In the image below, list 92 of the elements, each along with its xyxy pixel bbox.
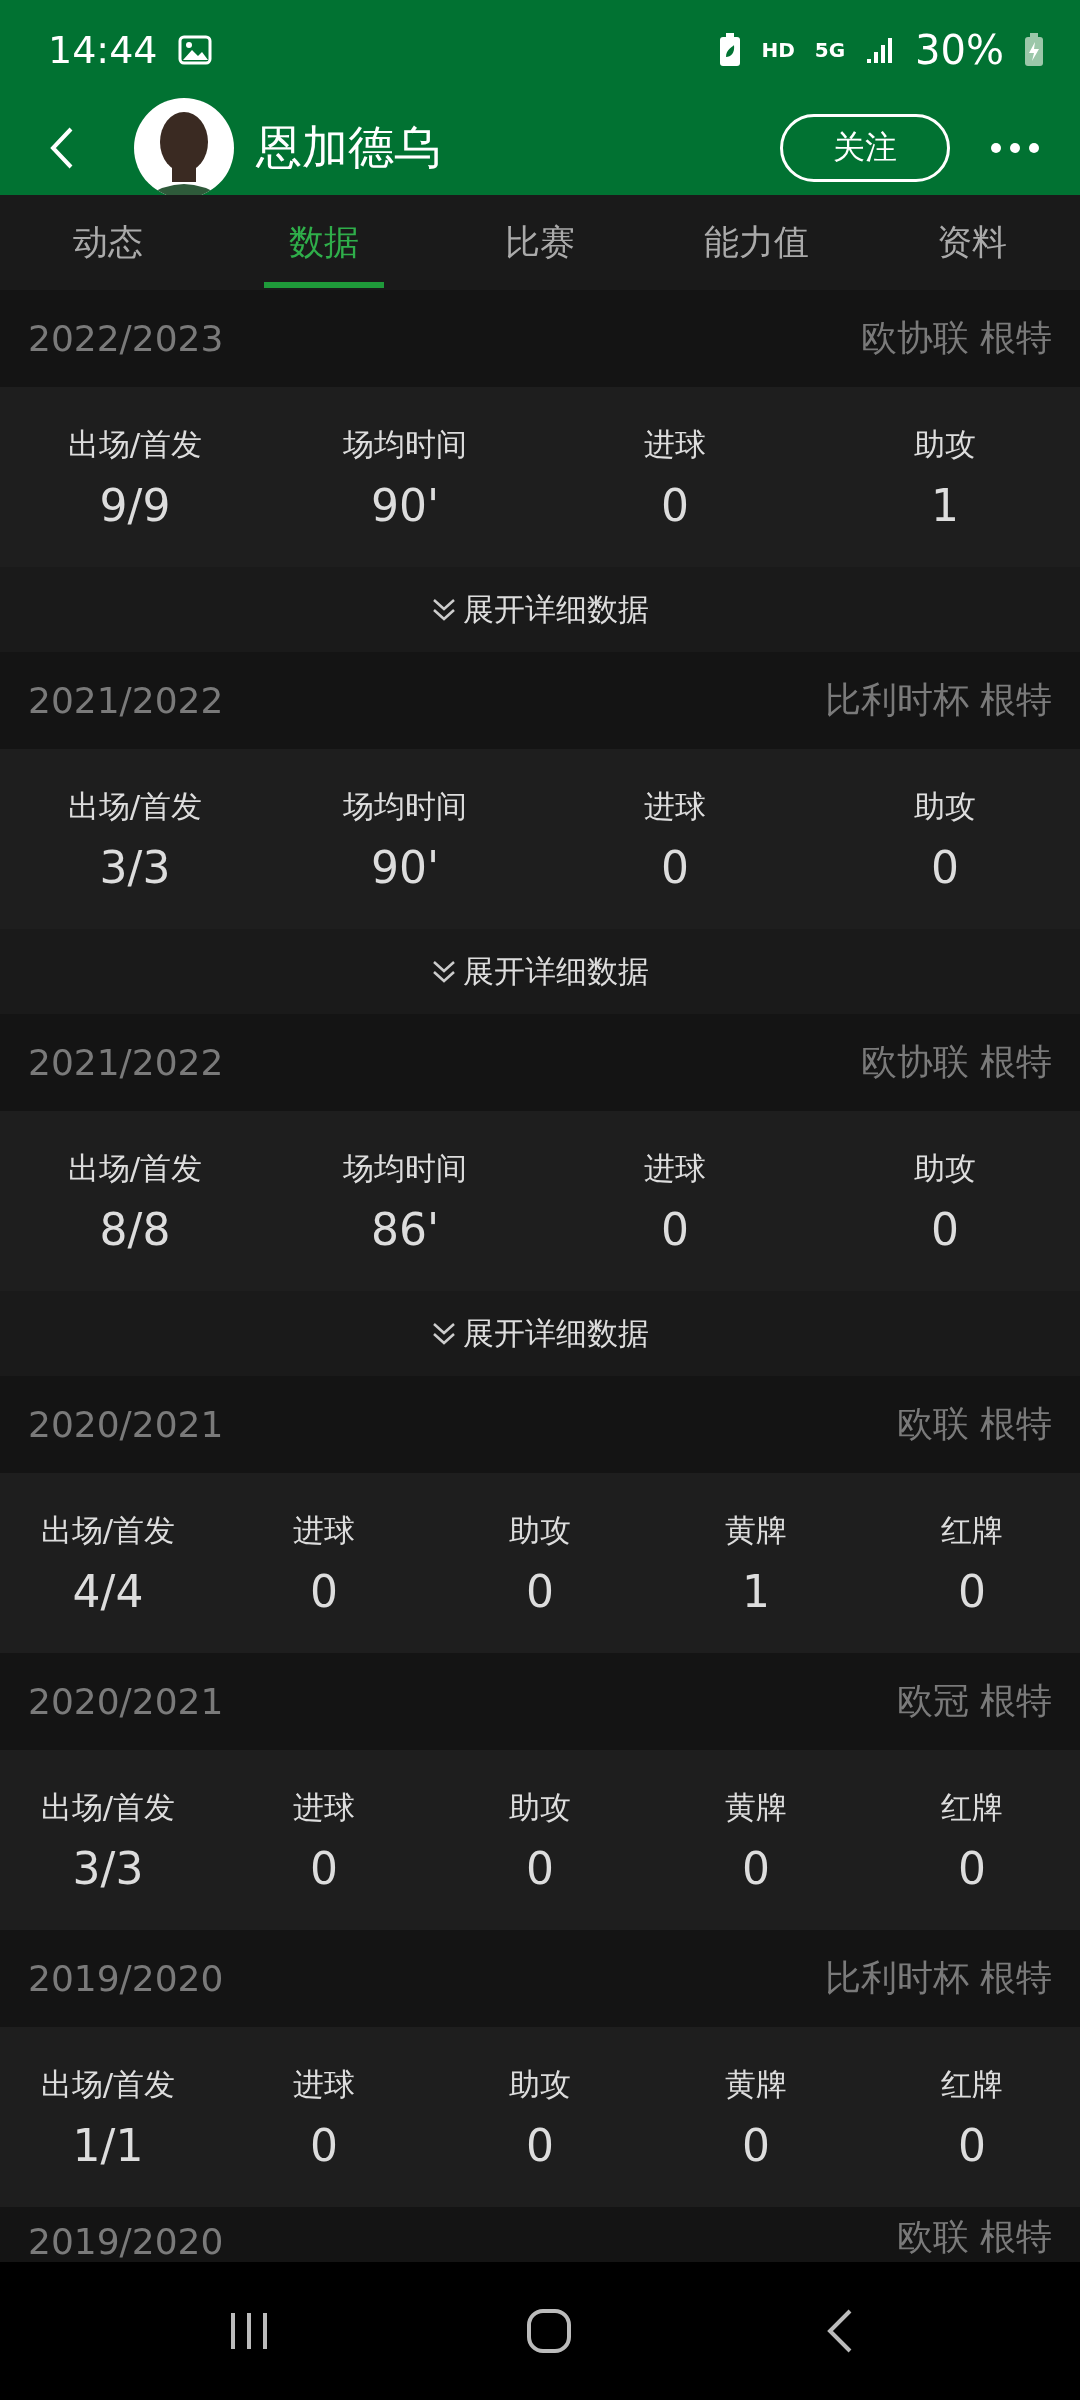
season-label: 2021/2022 [28,1042,224,1083]
follow-button[interactable]: 关注 [780,113,950,182]
player-name: 恩加德乌 [256,118,441,176]
stat-label: 黄牌 [725,1787,787,1827]
stat-value: 0 [526,1842,554,1894]
tab[interactable]: 数据 [216,195,432,290]
stat-label: 红牌 [941,1510,1003,1550]
stat-value: 86' [370,1203,440,1255]
stat-label: 进球 [293,1787,355,1827]
hd-indicator: HD [761,38,795,62]
home-icon[interactable] [526,2308,572,2354]
status-time: 14:44 [48,28,158,72]
stat-label: 进球 [293,1510,355,1550]
stat-label: 场均时间 [343,424,467,464]
stat-value: 0 [931,841,959,893]
double-chevron-icon [431,1320,457,1347]
stat-value: 0 [958,1565,986,1617]
stat-label: 助攻 [914,786,976,826]
stat-value: 90' [370,841,440,893]
season-label: 2022/2023 [28,318,224,359]
stat-value: 0 [310,1565,338,1617]
stat-label: 黄牌 [725,1510,787,1550]
stat-label: 进球 [644,424,706,464]
stat-value: 0 [742,1842,770,1894]
stat-value: 0 [742,2119,770,2171]
stat-label: 进球 [644,786,706,826]
stat-label: 出场/首发 [40,1787,176,1827]
stat-label: 助攻 [509,2064,571,2104]
stat-value: 0 [958,2119,986,2171]
double-chevron-icon [431,596,457,623]
stat-value: 4/4 [72,1565,144,1617]
stat-label: 助攻 [509,1787,571,1827]
stat-value: 3/3 [99,841,171,893]
competition-label: 欧协联 根特 [860,316,1052,360]
season-label: 2019/2020 [28,1958,224,1999]
stat-label: 助攻 [914,424,976,464]
competition-label: 欧冠 根特 [896,1679,1052,1723]
stat-value: 0 [526,1565,554,1617]
stat-value: 0 [661,1203,689,1255]
expand-details-button[interactable]: 展开详细数据 [0,1291,1080,1376]
stat-value: 0 [310,2119,338,2171]
expand-details-button[interactable]: 展开详细数据 [0,929,1080,1014]
competition-label: 比利时杯 根特 [824,678,1052,722]
stat-label: 出场/首发 [40,2064,176,2104]
competition-label: 比利时杯 根特 [824,1956,1052,2000]
stat-value: 0 [661,479,689,531]
stat-value: 0 [310,1842,338,1894]
tab[interactable]: 资料 [864,195,1080,290]
stat-label: 出场/首发 [67,1148,203,1188]
stat-value: 1 [742,1565,770,1617]
stat-value: 1 [931,479,959,531]
stat-label: 红牌 [941,2064,1003,2104]
season-label: 2020/2021 [28,1404,224,1445]
stat-label: 出场/首发 [67,424,203,464]
stat-label: 助攻 [914,1148,976,1188]
stat-label: 进球 [293,2064,355,2104]
stat-label: 助攻 [509,1510,571,1550]
stat-value: 0 [526,2119,554,2171]
stat-value: 90' [370,479,440,531]
stat-label: 进球 [644,1148,706,1188]
back-icon[interactable] [826,2308,853,2354]
back-icon[interactable] [50,125,74,170]
competition-label: 欧联 根特 [896,1402,1052,1446]
stat-label: 场均时间 [343,786,467,826]
stat-value: 1/1 [72,2119,144,2171]
stat-label: 出场/首发 [67,786,203,826]
expand-details-button[interactable]: 展开详细数据 [0,567,1080,652]
stat-value: 0 [931,1203,959,1255]
stat-value: 8/8 [99,1203,171,1255]
season-label: 2021/2022 [28,680,224,721]
stat-value: 3/3 [72,1842,144,1894]
stat-value: 9/9 [99,479,171,531]
stat-value: 0 [661,841,689,893]
network-type: 5G [814,38,846,62]
battery-saver-icon [719,33,742,67]
tab[interactable]: 能力值 [648,195,864,290]
image-icon [177,35,212,65]
stat-label: 红牌 [941,1787,1003,1827]
stat-label: 场均时间 [343,1148,467,1188]
stat-label: 出场/首发 [40,1510,176,1550]
more-icon[interactable] [990,141,1040,154]
battery-percent: 30% [915,27,1004,73]
competition-label: 欧协联 根特 [860,1040,1052,1084]
stat-label: 黄牌 [725,2064,787,2104]
season-label: 2019/2020 [28,2221,224,2262]
season-label: 2020/2021 [28,1681,224,1722]
battery-icon [1024,33,1044,67]
tab[interactable]: 动态 [0,195,216,290]
tab[interactable]: 比赛 [432,195,648,290]
double-chevron-icon [431,958,457,985]
competition-label: 欧联 根特 [896,2215,1052,2259]
stat-value: 0 [958,1842,986,1894]
